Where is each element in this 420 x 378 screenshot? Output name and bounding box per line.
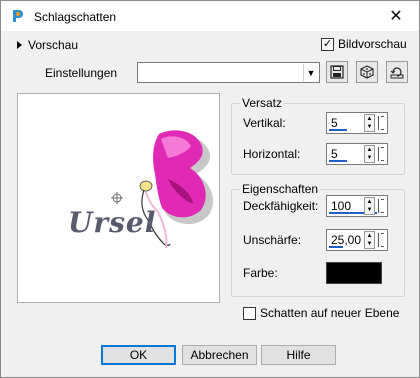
preview-image xyxy=(111,130,214,249)
vertical-spin-arrows[interactable]: ▲ ▼ xyxy=(364,114,375,132)
blur-value: 25,00 xyxy=(331,233,362,247)
chevron-down-icon[interactable]: ▼ xyxy=(303,64,318,81)
help-button[interactable]: Hilfe xyxy=(261,345,336,365)
shadow-new-layer-checkbox[interactable]: Schatten auf neuer Ebene xyxy=(243,306,399,320)
save-preset-button[interactable] xyxy=(326,61,348,83)
image-preview-checkbox[interactable]: ✓ Bildvorschau xyxy=(321,37,407,51)
horizontal-spinbox[interactable]: 5 ▲ ▼ xyxy=(326,143,388,165)
ok-button[interactable]: OK xyxy=(101,345,176,365)
help-button-label: Hilfe xyxy=(286,348,311,362)
settings-label: Einstellungen xyxy=(45,66,118,80)
horizontal-label: Horizontal: xyxy=(243,147,301,161)
expand-triangle-icon xyxy=(17,41,22,49)
opacity-slider-icon[interactable] xyxy=(378,199,385,213)
vertical-label: Vertikal: xyxy=(243,116,286,130)
blur-spin-arrows[interactable]: ▲ ▼ xyxy=(364,231,375,249)
vertical-slider-indicator xyxy=(329,129,347,131)
offset-group-title: Versatz xyxy=(240,96,285,110)
checkmark-icon: ✓ xyxy=(322,37,333,50)
ok-button-label: OK xyxy=(129,348,148,362)
checkbox-checked[interactable]: ✓ xyxy=(321,37,334,51)
close-icon: ✕ xyxy=(389,8,403,25)
preview-toggle[interactable]: Vorschau xyxy=(17,38,78,52)
title-bar[interactable]: Schlagschatten ✕ xyxy=(1,1,419,31)
blur-slider-icon[interactable] xyxy=(378,233,385,247)
opacity-label: Deckfähigkeit: xyxy=(243,199,319,213)
vertical-slider-icon[interactable] xyxy=(378,116,385,130)
shadow-new-layer-label: Schatten auf neuer Ebene xyxy=(260,306,400,320)
blur-spinbox[interactable]: 25,00 ▲ ▼ xyxy=(326,229,388,251)
checkbox-unchecked[interactable] xyxy=(243,306,256,320)
horizontal-slider-indicator xyxy=(329,160,347,162)
horizontal-value: 5 xyxy=(331,147,338,161)
color-label: Farbe: xyxy=(243,266,278,280)
cancel-button-label: Abbrechen xyxy=(190,348,249,362)
app-icon xyxy=(13,10,23,22)
properties-group-title: Eigenschaften xyxy=(240,182,321,196)
opacity-spin-arrows[interactable]: ▲ ▼ xyxy=(364,197,375,215)
image-preview-label: Bildvorschau xyxy=(338,37,407,51)
cancel-button[interactable]: Abbrechen xyxy=(182,345,257,365)
vertical-value: 5 xyxy=(331,116,338,130)
reset-button[interactable] xyxy=(386,61,408,83)
preview-watermark-text: Ursel xyxy=(68,206,157,239)
close-button[interactable]: ✕ xyxy=(373,1,419,31)
preview-area[interactable]: Ursel xyxy=(17,93,220,303)
preview-toggle-label: Vorschau xyxy=(28,38,79,52)
color-swatch[interactable] xyxy=(326,262,382,284)
settings-dropdown[interactable]: ▼ xyxy=(137,62,320,83)
save-icon xyxy=(330,65,344,79)
dice-icon xyxy=(360,65,374,79)
opacity-value: 100 xyxy=(331,199,352,213)
opacity-spinbox[interactable]: 100 ▲ ▼ xyxy=(326,195,388,217)
vertical-spinbox[interactable]: 5 ▲ ▼ xyxy=(326,112,388,134)
random-button[interactable] xyxy=(356,61,378,83)
blur-slider-indicator xyxy=(329,246,343,248)
horizontal-spin-arrows[interactable]: ▲ ▼ xyxy=(364,145,375,163)
horizontal-slider-icon[interactable] xyxy=(378,147,385,161)
reset-stamp-icon xyxy=(390,67,404,79)
window-title: Schlagschatten xyxy=(34,10,117,24)
blur-label: Unschärfe: xyxy=(243,233,302,247)
drop-shadow-dialog: Schlagschatten ✕ Vorschau ✓ Bildvorschau… xyxy=(0,0,420,378)
